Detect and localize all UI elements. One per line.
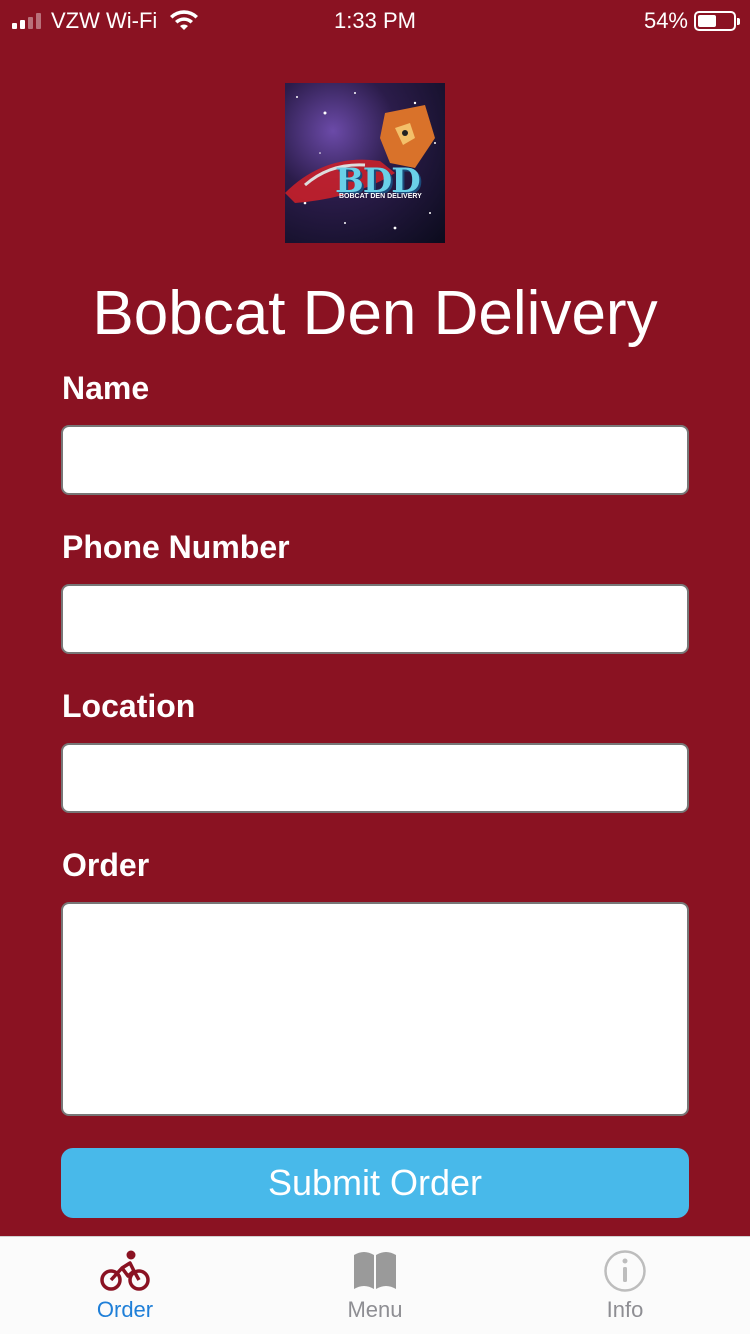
app-logo: BDD BOBCAT DEN DELIVERY xyxy=(285,83,445,243)
tab-info[interactable]: Info xyxy=(500,1237,750,1334)
bicycle-icon xyxy=(100,1250,150,1291)
submit-order-button[interactable]: Submit Order xyxy=(61,1148,689,1218)
info-icon xyxy=(604,1250,646,1292)
status-right: 54% xyxy=(643,8,740,34)
app-title: Bobcat Den Delivery xyxy=(92,279,658,348)
status-time: 1:33 PM xyxy=(334,8,416,33)
battery-percent: 54% xyxy=(643,8,688,33)
status-bar: VZW Wi-Fi 1:33 PM 54% xyxy=(0,0,750,40)
tab-order[interactable]: Order xyxy=(0,1237,250,1334)
battery-icon xyxy=(694,11,740,31)
name-input[interactable] xyxy=(61,425,689,495)
name-label: Name xyxy=(62,370,150,406)
location-label: Location xyxy=(62,688,196,724)
phone-number-label: Phone Number xyxy=(62,529,290,565)
phone-number-input[interactable] xyxy=(61,584,689,654)
book-icon xyxy=(354,1252,396,1289)
order-textarea[interactable] xyxy=(61,902,689,1116)
location-input[interactable] xyxy=(61,743,689,813)
tab-info-label: Info xyxy=(606,1297,644,1322)
order-label: Order xyxy=(62,847,150,883)
logo-subtext: BOBCAT DEN DELIVERY xyxy=(339,193,422,200)
tab-bar: Order Menu Info xyxy=(0,1236,750,1334)
tab-menu-label: Menu xyxy=(347,1297,403,1322)
tab-menu[interactable]: Menu xyxy=(250,1237,500,1334)
tab-order-label: Order xyxy=(96,1297,154,1322)
